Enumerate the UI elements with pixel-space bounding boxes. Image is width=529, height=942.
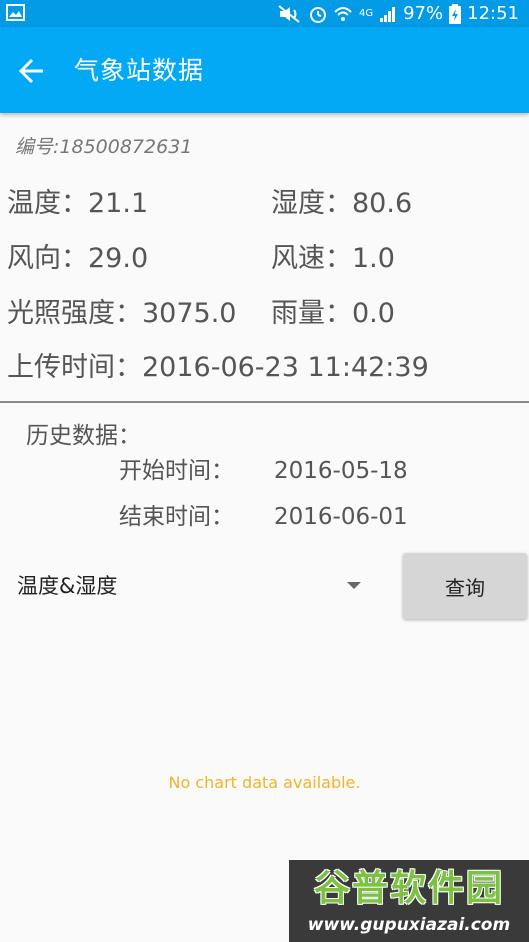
- wind-direction-reading: 风向：29.0: [7, 243, 149, 274]
- network-type: 4G: [358, 8, 374, 19]
- rainfall-reading: 雨量：0.0: [271, 298, 395, 329]
- query-button[interactable]: 查询: [403, 553, 527, 619]
- end-time-label: 结束时间：: [119, 504, 234, 530]
- start-time-label: 开始时间：: [119, 458, 234, 484]
- clock: 12:51: [467, 3, 519, 24]
- battery-percent: 97%: [403, 3, 444, 24]
- back-button[interactable]: [8, 47, 56, 95]
- arrow-left-icon: [18, 58, 43, 84]
- wifi-icon: [334, 6, 352, 21]
- dropdown-arrow-icon: [347, 582, 361, 589]
- mute-icon: [278, 4, 300, 23]
- watermark: 谷普软件园 www.gupuxiazai.com: [289, 860, 529, 942]
- temperature-reading: 温度：21.1: [7, 188, 149, 219]
- signal-icon: [380, 6, 396, 22]
- image-icon: [6, 4, 25, 21]
- upload-time: 上传时间：2016-06-23 11:42:39: [7, 352, 429, 383]
- metric-selected-value: 温度&湿度: [17, 574, 118, 598]
- alarm-icon: [309, 6, 326, 23]
- app-bar: 气象站数据: [0, 27, 529, 113]
- device-id: 编号:18500872631: [15, 136, 193, 158]
- illuminance-reading: 光照强度：3075.0: [7, 298, 237, 329]
- divider: [0, 401, 529, 403]
- metric-spinner[interactable]: 温度&湿度: [0, 560, 380, 612]
- watermark-brand: 谷普软件园: [313, 867, 504, 909]
- humidity-reading: 湿度：80.6: [271, 188, 413, 219]
- page-title: 气象站数据: [74, 56, 205, 85]
- end-date-picker[interactable]: 2016-06-01: [274, 502, 408, 532]
- start-date-picker[interactable]: 2016-05-18: [274, 456, 408, 486]
- watermark-url: www.gupuxiazai.com: [307, 915, 511, 935]
- chart-empty-message: No chart data available.: [168, 773, 361, 792]
- status-bar: 4G 97% 12:51: [0, 0, 529, 27]
- history-label: 历史数据：: [26, 423, 141, 449]
- battery-icon: [449, 3, 462, 24]
- wind-speed-reading: 风速：1.0: [271, 243, 395, 274]
